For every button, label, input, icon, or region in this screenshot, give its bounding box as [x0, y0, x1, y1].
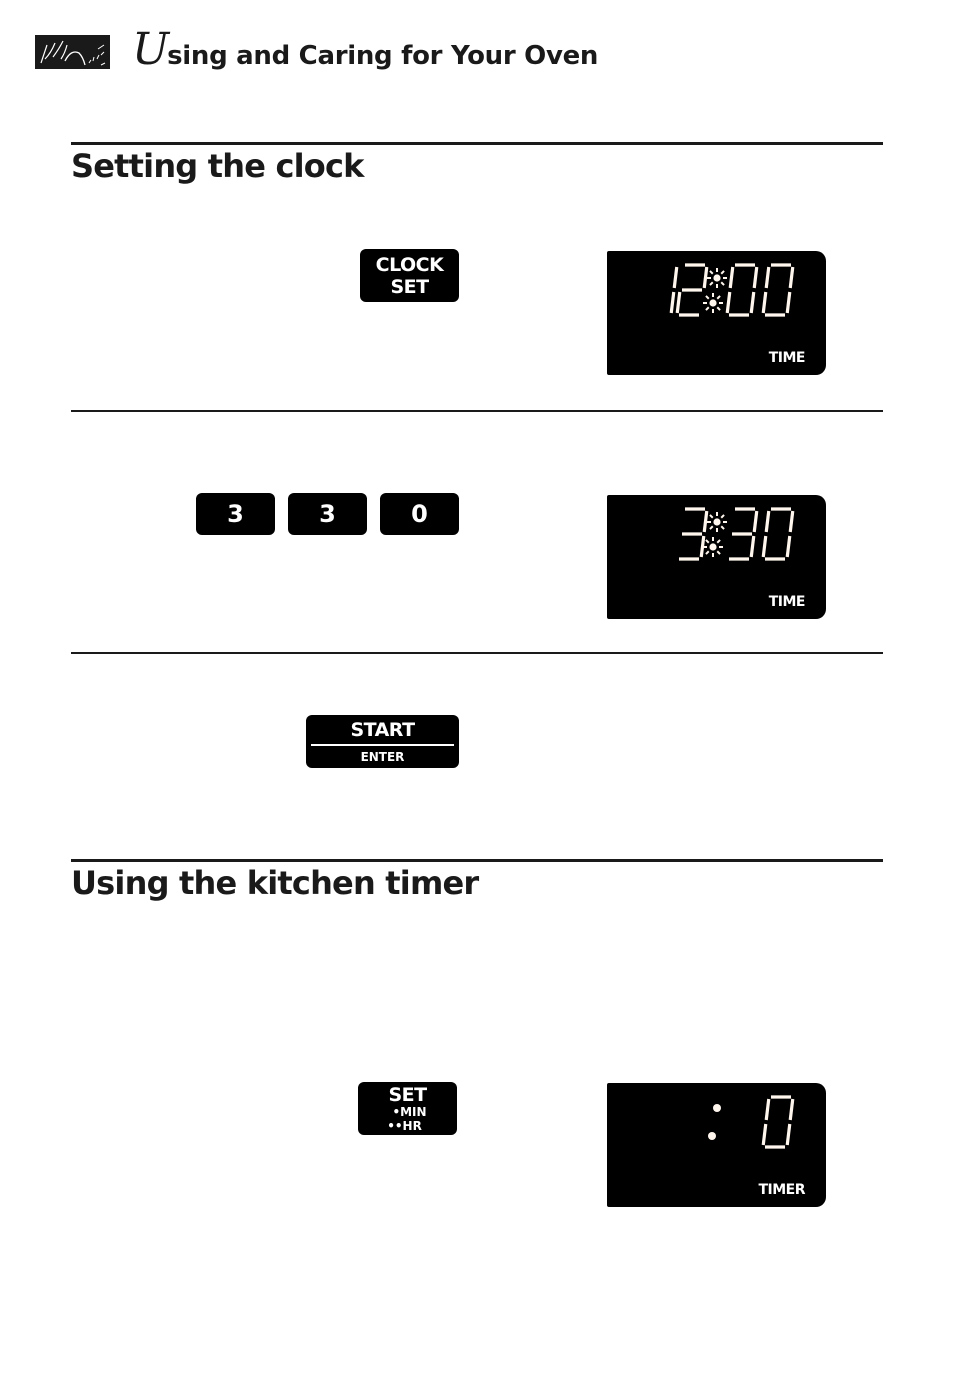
clock-set-key-line1: CLOCK: [375, 253, 444, 276]
segment-e: [761, 535, 768, 558]
segment-c: [749, 291, 756, 314]
set-key-min-label: •MIN: [392, 1105, 427, 1119]
section-rule: [71, 859, 883, 862]
flash-ray: [720, 514, 725, 519]
flash-ray: [709, 270, 714, 275]
segment-f: [728, 266, 735, 289]
clock-display-330: TIME: [607, 495, 826, 619]
number-key-label: 3: [227, 500, 244, 528]
segment-b: [752, 510, 759, 533]
flash-ray: [709, 514, 714, 519]
start-enter-key[interactable]: START ENTER: [306, 715, 459, 768]
number-key-3[interactable]: 3: [196, 493, 275, 535]
step-divider: [71, 410, 883, 412]
step-divider: [71, 652, 883, 654]
page-header-title: sing and Caring for Your Oven: [167, 41, 599, 71]
page-header: U sing and Caring for Your Oven: [132, 28, 598, 72]
segment-e: [761, 1123, 768, 1146]
flash-ray: [720, 525, 725, 530]
segment-b: [788, 510, 795, 533]
start-key-divider: [311, 744, 454, 746]
flash-ray: [716, 295, 721, 300]
enter-key-label: ENTER: [360, 750, 405, 764]
section-title-setting-clock: Setting the clock: [71, 147, 364, 185]
start-key-label: START: [350, 719, 415, 741]
number-key-0[interactable]: 0: [380, 493, 459, 535]
timer-set-key[interactable]: SET •MIN ••HR: [358, 1082, 457, 1135]
flash-ray: [720, 281, 725, 286]
set-key-label: SET: [388, 1084, 427, 1106]
colon-dot-icon: [713, 1104, 721, 1112]
segment-e: [761, 291, 768, 314]
flash-ray: [716, 306, 721, 311]
segment-f: [764, 510, 771, 533]
flash-ray: [720, 270, 725, 275]
section-title-kitchen-timer: Using the kitchen timer: [71, 864, 479, 902]
clock-display-1200: TIME: [607, 251, 826, 375]
section-rule: [71, 142, 883, 145]
segment-c: [785, 535, 792, 558]
clock-set-key[interactable]: CLOCK SET: [360, 249, 459, 302]
display-mode-label: TIME: [768, 350, 806, 366]
segment-b: [752, 266, 759, 289]
flash-ray: [709, 525, 714, 530]
segment-c: [785, 291, 792, 314]
flash-ray: [705, 306, 710, 311]
segment-c: [669, 291, 676, 314]
segment-f: [764, 266, 771, 289]
page-header-initial: U: [132, 24, 169, 75]
flashing-colon-dot-icon: [709, 299, 717, 307]
flash-ray: [709, 281, 714, 286]
segment-b: [702, 510, 709, 533]
flash-ray: [705, 539, 710, 544]
flashing-colon-dot-icon: [713, 518, 721, 526]
display-mode-label: TIMER: [758, 1182, 805, 1198]
flash-ray: [705, 295, 710, 300]
flash-ray: [716, 539, 721, 544]
number-key-3[interactable]: 3: [288, 493, 367, 535]
segment-b: [788, 1098, 795, 1121]
colon-dot-icon: [708, 1132, 716, 1140]
segment-e: [675, 291, 682, 314]
segment-f: [764, 1098, 771, 1121]
display-mode-label: TIME: [768, 594, 806, 610]
flash-ray: [716, 550, 721, 555]
segment-c: [749, 535, 756, 558]
segment-c: [785, 1123, 792, 1146]
clock-set-key-line2: SET: [390, 275, 429, 298]
flashing-colon-dot-icon: [709, 543, 717, 551]
flashing-colon-dot-icon: [713, 274, 721, 282]
number-key-label: 0: [411, 500, 428, 528]
timer-display: TIMER: [607, 1083, 826, 1207]
brand-logo-icon: [35, 35, 110, 69]
segment-b: [788, 266, 795, 289]
flash-ray: [705, 550, 710, 555]
set-key-hr-label: ••HR: [387, 1119, 422, 1133]
segment-e: [725, 291, 732, 314]
segment-b: [702, 266, 709, 289]
number-key-label: 3: [319, 500, 336, 528]
segment-b: [672, 266, 679, 289]
